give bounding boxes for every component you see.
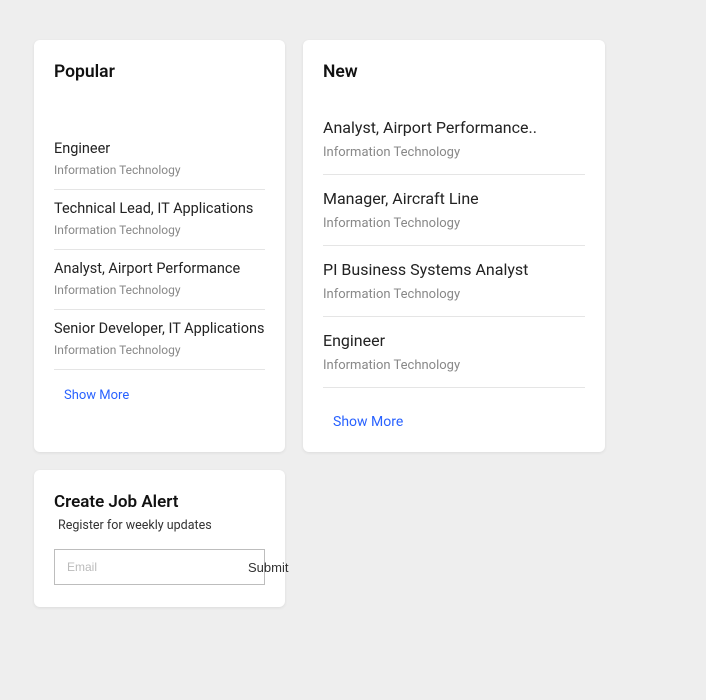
job-category: Information Technology — [323, 287, 585, 302]
alert-title: Create Job Alert — [54, 492, 265, 512]
popular-title: Popular — [54, 62, 265, 82]
job-title: Senior Developer, IT Applications — [54, 320, 265, 337]
submit-button[interactable]: Submit — [234, 550, 302, 584]
email-input[interactable] — [55, 560, 234, 574]
create-job-alert-card: Create Job Alert Register for weekly upd… — [34, 470, 285, 607]
job-item[interactable]: Engineer Information Technology — [54, 130, 265, 190]
job-category: Information Technology — [54, 223, 265, 237]
popular-jobs-card: Popular Engineer Information Technology … — [34, 40, 285, 452]
job-item[interactable]: Senior Developer, IT Applications Inform… — [54, 310, 265, 370]
job-category: Information Technology — [323, 145, 585, 160]
new-show-more[interactable]: Show More — [323, 414, 403, 430]
job-title: Analyst, Airport Performance — [54, 260, 265, 277]
alert-subtitle: Register for weekly updates — [54, 518, 265, 533]
new-list: Analyst, Airport Performance.. Informati… — [323, 104, 585, 388]
new-jobs-card: New Analyst, Airport Performance.. Infor… — [303, 40, 605, 452]
job-title: Manager, Aircraft Line — [323, 189, 585, 208]
job-item[interactable]: Manager, Aircraft Line Information Techn… — [323, 175, 585, 246]
job-category: Information Technology — [54, 343, 265, 357]
new-title: New — [323, 62, 585, 82]
job-title: Engineer — [323, 331, 585, 350]
job-item[interactable]: Analyst, Airport Performance.. Informati… — [323, 104, 585, 175]
job-category: Information Technology — [54, 163, 265, 177]
job-item[interactable]: PI Business Systems Analyst Information … — [323, 246, 585, 317]
popular-list: Engineer Information Technology Technica… — [54, 130, 265, 370]
popular-show-more[interactable]: Show More — [54, 388, 129, 403]
email-form: Submit — [54, 549, 265, 585]
job-item[interactable]: Engineer Information Technology — [323, 317, 585, 388]
job-title: Analyst, Airport Performance.. — [323, 118, 585, 137]
job-category: Information Technology — [54, 283, 265, 297]
job-title: Engineer — [54, 140, 265, 157]
job-title: Technical Lead, IT Applications — [54, 200, 265, 217]
job-item[interactable]: Analyst, Airport Performance Information… — [54, 250, 265, 310]
job-item[interactable]: Technical Lead, IT Applications Informat… — [54, 190, 265, 250]
job-category: Information Technology — [323, 216, 585, 231]
job-title: PI Business Systems Analyst — [323, 260, 585, 279]
job-category: Information Technology — [323, 358, 585, 373]
